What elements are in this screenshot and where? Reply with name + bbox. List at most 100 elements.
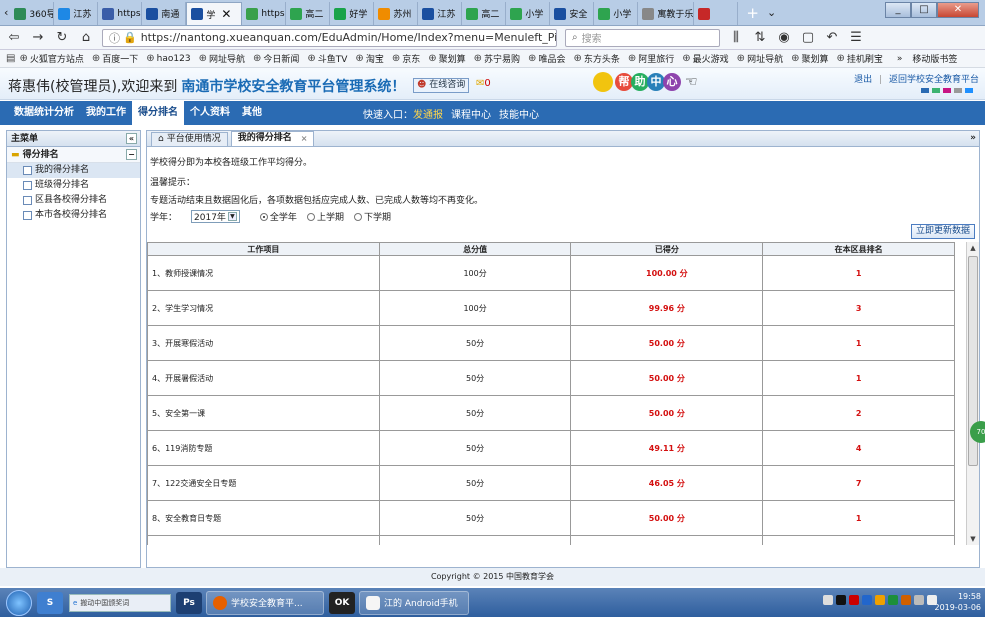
quick-link-courses[interactable]: 课程中心: [451, 106, 491, 121]
search-input[interactable]: ⌕ 搜索: [565, 28, 720, 47]
browser-back-tab-arrow[interactable]: ‹: [4, 6, 8, 19]
browser-tab[interactable]: 高二: [462, 2, 507, 25]
bookmark-item[interactable]: ⊕ 淘宝: [355, 52, 387, 65]
theme-swatch-green[interactable]: [932, 88, 940, 93]
browser-tab[interactable]: 寓教于乐: [638, 2, 695, 25]
browser-tab[interactable]: https: [242, 2, 287, 25]
return-platform-link[interactable]: 返回学校安全教育平台: [889, 75, 979, 85]
sync-icon[interactable]: ⇅: [752, 30, 768, 45]
bookmark-item[interactable]: ⊕ 唯品会: [528, 52, 569, 65]
bookmark-item[interactable]: ⊕ 网址导航: [199, 52, 249, 65]
photoshop-icon[interactable]: Ps: [176, 591, 202, 614]
theme-swatch-gray[interactable]: [954, 88, 962, 93]
keyboard-icon[interactable]: [823, 595, 833, 605]
bookmark-item[interactable]: ⊕ 斗鱼TV: [307, 52, 351, 65]
sidebar-item-my-ranking[interactable]: 我的得分排名: [7, 163, 140, 178]
floating-badge[interactable]: 70: [970, 421, 985, 443]
browser-tab[interactable]: [694, 2, 739, 25]
menu-other[interactable]: 其他: [236, 101, 268, 125]
menu-icon[interactable]: ☰: [848, 30, 864, 45]
tab-list-chevron-icon[interactable]: ⌄: [767, 6, 776, 19]
year-select[interactable]: 2017年 ▼: [191, 210, 240, 223]
tab-platform-usage[interactable]: ⌂ 平台使用情况: [151, 132, 228, 146]
home-icon[interactable]: ⌂: [78, 30, 94, 45]
collapse-sidebar-icon[interactable]: «: [126, 133, 137, 144]
quick-link-notice[interactable]: 发通报: [413, 106, 443, 121]
browser-tab[interactable]: 小学: [594, 2, 639, 25]
forward-icon[interactable]: →: [30, 30, 46, 45]
menu-my-work[interactable]: 我的工作: [80, 101, 132, 125]
theme-swatch-blue[interactable]: [921, 88, 929, 93]
library-icon[interactable]: ⫼: [728, 30, 744, 45]
bookmark-item[interactable]: ⊕ 百度一下: [92, 52, 142, 65]
sidebar-group-score-ranking[interactable]: ▬ 得分排名 −: [7, 147, 140, 163]
update-data-button[interactable]: 立即更新数据: [910, 224, 975, 239]
bookmark-item[interactable]: ⊕ 最火游戏: [682, 52, 732, 65]
browser-tab[interactable]: 南通: [142, 2, 187, 25]
theme-swatch-purple[interactable]: [943, 88, 951, 93]
bookmark-item[interactable]: ⊕ 火狐官方站点: [19, 52, 87, 65]
security-icon[interactable]: [875, 595, 885, 605]
browser-tab[interactable]: https: [98, 2, 143, 25]
pin-icon[interactable]: [836, 595, 846, 605]
scroll-down-arrow-icon[interactable]: ▼: [967, 533, 979, 545]
shield-blue-icon[interactable]: [862, 595, 872, 605]
term-radio-first-half[interactable]: 上学期: [306, 210, 344, 223]
scroll-up-arrow-icon[interactable]: ▲: [967, 242, 979, 254]
info-icon[interactable]: ⓘ: [109, 30, 120, 46]
close-window-button[interactable]: ✕: [937, 2, 979, 18]
browser-tab[interactable]: 苏州: [374, 2, 419, 25]
group-collapse-icon[interactable]: −: [126, 149, 137, 160]
taskbar-android-task[interactable]: 江的 Android手机: [359, 590, 469, 615]
browser-tab[interactable]: 高二: [286, 2, 331, 25]
browser-tab[interactable]: 江苏: [54, 2, 99, 25]
app-ok-icon[interactable]: OK: [329, 591, 355, 614]
bookmark-item[interactable]: ⊕ 网址导航: [737, 52, 787, 65]
bookmark-item[interactable]: ⊕ 苏宁易购: [474, 52, 524, 65]
taskbar-search[interactable]: e 搬动中国颁奖词: [69, 593, 171, 612]
mobile-bookmarks-link[interactable]: 移动版书签: [912, 52, 957, 65]
term-radio-full-year[interactable]: 全学年: [259, 210, 297, 223]
sidebar-item-class-ranking[interactable]: 班级得分排名: [7, 178, 140, 193]
browser-tab[interactable]: 江苏: [418, 2, 463, 25]
browser-tab[interactable]: 学 ✕: [186, 2, 243, 25]
browser-tab[interactable]: 安全: [550, 2, 595, 25]
theme-swatch-lightblue[interactable]: [965, 88, 973, 93]
maximize-button[interactable]: □: [911, 2, 937, 18]
close-tab-icon[interactable]: ×: [301, 132, 308, 146]
tab-my-score-ranking[interactable]: 我的得分排名 ×: [230, 131, 315, 146]
back-icon[interactable]: ⇦: [6, 30, 22, 45]
bookmark-item[interactable]: ⊕ 聚划算: [791, 52, 832, 65]
menu-data-stats[interactable]: 数据统计分析: [8, 101, 80, 125]
minimize-button[interactable]: _: [885, 2, 911, 18]
app-360-icon[interactable]: S: [37, 591, 63, 614]
bookmark-item[interactable]: ⊕ 东方头条: [573, 52, 623, 65]
bookmark-item[interactable]: ⊕ 今日新闻: [253, 52, 303, 65]
sidebar-item-county-ranking[interactable]: 区县各校得分排名: [7, 193, 140, 208]
clock[interactable]: 19:58 2019-03-06: [935, 591, 982, 613]
more-bookmarks-icon[interactable]: »: [897, 54, 903, 64]
taskbar-firefox-task[interactable]: 学校安全教育平...: [206, 590, 324, 615]
menu-profile[interactable]: 个人资料: [184, 101, 236, 125]
reload-icon[interactable]: ↻: [54, 30, 70, 45]
online-consult-button[interactable]: ☻ 在线咨询: [413, 78, 470, 93]
start-button[interactable]: [6, 589, 32, 616]
logout-link[interactable]: 退出: [854, 75, 872, 85]
network-icon[interactable]: [914, 595, 924, 605]
help-center-banner[interactable]: 帮 助 中 心 ☜: [593, 72, 698, 92]
menu-score-ranking[interactable]: 得分排名: [132, 101, 184, 125]
notification-icon[interactable]: [901, 595, 911, 605]
chat-icon[interactable]: ◉: [776, 30, 792, 45]
sidebar-toggle-icon[interactable]: ▢: [800, 30, 816, 45]
bookmark-item[interactable]: ⊕ 阿里旅行: [628, 52, 678, 65]
browser-tab[interactable]: 小学: [506, 2, 551, 25]
quick-link-skills[interactable]: 技能中心: [499, 106, 539, 121]
close-tab-icon[interactable]: ✕: [221, 7, 231, 21]
mail-link[interactable]: ✉0: [476, 78, 491, 89]
bookmark-item[interactable]: ⊕ 挂机刷宝: [836, 52, 886, 65]
term-radio-second-half[interactable]: 下学期: [353, 210, 391, 223]
sidebar-item-city-ranking[interactable]: 本市各校得分排名: [7, 208, 140, 223]
browser-tab[interactable]: 好学: [330, 2, 375, 25]
browser-tab[interactable]: 360导: [10, 2, 55, 25]
undo-icon[interactable]: ↶: [824, 30, 840, 45]
